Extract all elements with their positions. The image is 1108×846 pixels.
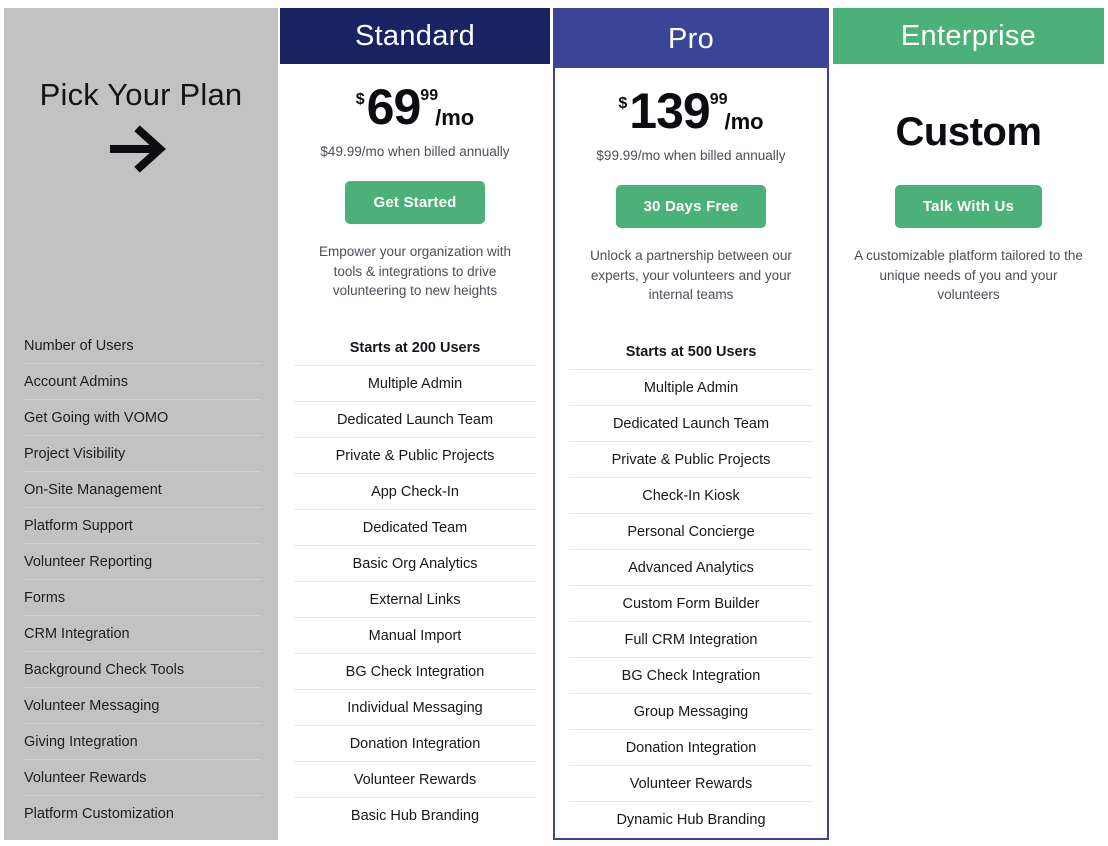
plan-feature-row: Dynamic Hub Branding [616, 811, 766, 828]
plan-card-standard: Standard $ 69 99 /mo $49.99/mo when bill… [280, 8, 550, 840]
plan-feature-row: Multiple Admin [569, 370, 813, 406]
sidebar-feature-row: Get Going with VOMO [24, 400, 261, 436]
plan-feature-row: Custom Form Builder [569, 586, 813, 622]
price-line: $ 139 99 /mo [555, 86, 827, 136]
page-title: Pick Your Plan [39, 77, 243, 112]
price-currency: $ [618, 95, 628, 112]
plan-feature-row: Basic Org Analytics [294, 546, 536, 582]
price-line: $ 69 99 /mo [280, 82, 550, 132]
plan-feature-row: Dedicated Launch Team [294, 402, 536, 438]
pricing-table-page: Pick Your Plan Number of Users Account A… [0, 0, 1108, 846]
plan-feature-sidebar: Pick Your Plan Number of Users Account A… [4, 8, 278, 840]
price-amount: 139 [629, 83, 710, 139]
plan-feature-row: Private & Public Projects [294, 438, 536, 474]
sidebar-feature-row: Volunteer Reporting [24, 544, 261, 580]
sidebar-feature-row: Platform Support [24, 508, 261, 544]
plan-feature-row: Personal Concierge [569, 514, 813, 550]
plan-feature-row: Advanced Analytics [569, 550, 813, 586]
price-period: /mo [724, 109, 764, 134]
plan-feature-row: Basic Hub Branding [350, 807, 480, 824]
price-currency: $ [355, 91, 365, 108]
price-amount: 69 [366, 79, 422, 135]
plan-feature-list-standard: Starts at 200 Users Multiple Admin Dedic… [294, 330, 536, 833]
plan-feature-row: Dedicated Team [294, 510, 536, 546]
plan-feature-row: Private & Public Projects [569, 442, 813, 478]
plan-feature-row: BG Check Integration [294, 654, 536, 690]
plan-feature-row: Volunteer Rewards [569, 766, 813, 802]
annual-billing-note: $99.99/mo when billed annually [596, 148, 786, 163]
plan-description-standard: Empower your organization with tools & i… [318, 244, 512, 299]
plan-feature-row: Starts at 500 Users [569, 334, 813, 370]
plan-header-pro: Pro [555, 10, 827, 68]
sidebar-feature-row: Project Visibility [24, 436, 261, 472]
plan-price-enterprise: Custom Talk With Us A customizable platf… [833, 64, 1104, 305]
sidebar-feature-list: Number of Users Account Admins Get Going… [24, 328, 261, 831]
plan-feature-row: Starts at 200 Users [294, 330, 536, 366]
price-custom-label: Custom [895, 110, 1042, 154]
plan-feature-row: Individual Messaging [294, 690, 536, 726]
sidebar-feature-row: Volunteer Rewards [24, 760, 261, 796]
sidebar-feature-row: Background Check Tools [24, 652, 261, 688]
price-period: /mo [435, 105, 475, 130]
sidebar-feature-row: Volunteer Messaging [24, 688, 261, 724]
sidebar-feature-row: Forms [24, 580, 261, 616]
talk-with-us-button[interactable]: Talk With Us [894, 185, 1043, 228]
get-started-button[interactable]: Get Started [345, 181, 485, 224]
plan-feature-row: Dedicated Launch Team [569, 406, 813, 442]
plan-feature-row: External Links [294, 582, 536, 618]
plan-description-pro: Unlock a partnership between our experts… [590, 248, 792, 303]
plan-feature-row: Manual Import [294, 618, 536, 654]
plan-feature-row: Volunteer Rewards [294, 762, 536, 798]
sidebar-feature-row: CRM Integration [24, 616, 261, 652]
plan-feature-row: App Check-In [294, 474, 536, 510]
sidebar-header: Pick Your Plan [4, 77, 278, 176]
plan-feature-row: BG Check Integration [569, 658, 813, 694]
plan-feature-row: Donation Integration [294, 726, 536, 762]
plan-feature-row: Group Messaging [569, 694, 813, 730]
plan-header-standard: Standard [280, 8, 550, 64]
plan-feature-row: Full CRM Integration [569, 622, 813, 658]
plan-feature-row: Check-In Kiosk [569, 478, 813, 514]
cta-container: 30 Days Free [555, 185, 827, 228]
plan-feature-list-pro: Starts at 500 Users Multiple Admin Dedic… [569, 334, 813, 837]
plan-card-enterprise: Enterprise Custom Talk With Us A customi… [833, 8, 1104, 840]
sidebar-feature-row: Platform Customization [24, 805, 174, 822]
price-cents: 99 [709, 91, 728, 108]
sidebar-feature-row: On-Site Management [24, 472, 261, 508]
arrow-right-icon [4, 122, 278, 176]
plan-description-enterprise: A customizable platform tailored to the … [854, 248, 1083, 303]
plan-price-pro: $ 139 99 /mo $99.99/mo when billed annua… [555, 68, 827, 305]
sidebar-feature-row: Account Admins [24, 364, 261, 400]
cta-container: Talk With Us [833, 185, 1104, 228]
plan-card-pro: Pro $ 139 99 /mo $99.99/mo when billed a… [553, 8, 829, 840]
plan-price-standard: $ 69 99 /mo $49.99/mo when billed annual… [280, 64, 550, 301]
plan-feature-row: Donation Integration [569, 730, 813, 766]
cta-container: Get Started [280, 181, 550, 224]
price-cents: 99 [420, 87, 439, 104]
thirty-days-free-button[interactable]: 30 Days Free [615, 185, 767, 228]
sidebar-feature-row: Giving Integration [24, 724, 261, 760]
plan-feature-row: Multiple Admin [294, 366, 536, 402]
plan-header-enterprise: Enterprise [833, 8, 1104, 64]
sidebar-feature-row: Number of Users [24, 328, 261, 364]
annual-billing-note: $49.99/mo when billed annually [320, 144, 510, 159]
